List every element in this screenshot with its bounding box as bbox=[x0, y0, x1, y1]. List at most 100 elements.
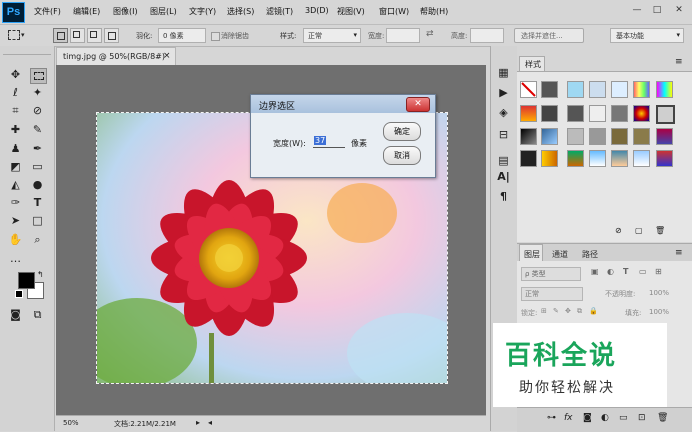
lock-pixels-icon[interactable]: ⊞ bbox=[541, 307, 547, 315]
menu-edit[interactable]: 编辑(E) bbox=[73, 6, 100, 17]
hand-tool-icon[interactable]: ✋ bbox=[8, 233, 23, 247]
lock-all-icon[interactable]: 🔒 bbox=[589, 307, 598, 315]
style-swatch[interactable] bbox=[611, 105, 628, 122]
crop-tool-icon[interactable]: ⌗ bbox=[8, 104, 23, 118]
menu-select[interactable]: 选择(S) bbox=[227, 6, 254, 17]
eraser-icon[interactable]: ◩ bbox=[8, 160, 23, 174]
style-swatch[interactable] bbox=[656, 150, 673, 167]
pen-tool-icon[interactable]: ✑ bbox=[8, 196, 23, 210]
style-swatch[interactable] bbox=[520, 105, 537, 122]
swap-icon[interactable]: ⇄ bbox=[426, 29, 434, 39]
style-swatch[interactable] bbox=[541, 105, 558, 122]
styles-tab[interactable]: 样式 bbox=[519, 56, 545, 71]
new-layer-icon[interactable]: ⊡ bbox=[638, 413, 646, 423]
gradient-icon[interactable]: ▭ bbox=[30, 160, 45, 174]
width-input[interactable] bbox=[386, 28, 420, 43]
more-tools-icon[interactable]: … bbox=[8, 252, 23, 266]
feather-input[interactable]: 0 像素 bbox=[158, 28, 206, 43]
screen-mode-icon[interactable]: ⧉ bbox=[30, 308, 45, 322]
type-tool-icon[interactable]: T bbox=[30, 196, 45, 210]
filter-shape-icon[interactable]: ▭ bbox=[639, 267, 647, 276]
menu-type[interactable]: 文字(Y) bbox=[189, 6, 216, 17]
path-select-icon[interactable]: ➤ bbox=[8, 214, 23, 228]
default-colors-icon[interactable] bbox=[15, 290, 23, 298]
intersect-selection-icon[interactable] bbox=[104, 28, 119, 43]
workspace-select[interactable]: 基本功能 ▾ bbox=[610, 28, 684, 43]
style-swatch[interactable] bbox=[567, 105, 584, 122]
style-swatch[interactable] bbox=[541, 150, 558, 167]
swap-colors-icon[interactable]: ↰ bbox=[37, 270, 44, 279]
style-swatch[interactable] bbox=[589, 105, 606, 122]
character-icon[interactable]: A| bbox=[496, 170, 511, 184]
new-selection-icon[interactable] bbox=[53, 28, 68, 43]
marquee-preset-icon[interactable]: ▾ bbox=[6, 28, 28, 41]
zoom-level[interactable]: 50% bbox=[63, 419, 79, 427]
style-swatch[interactable] bbox=[611, 81, 628, 98]
new-style-icon[interactable]: ▢ bbox=[635, 226, 643, 235]
filter-smart-icon[interactable]: ⊞ bbox=[655, 267, 662, 276]
lock-position-icon[interactable]: ✥ bbox=[565, 307, 571, 315]
history-icon[interactable]: ▦ bbox=[496, 66, 511, 80]
fill-value[interactable]: 100% bbox=[649, 308, 669, 316]
width-field[interactable]: 37 bbox=[313, 135, 345, 148]
history-brush-icon[interactable]: ✒ bbox=[30, 142, 45, 156]
ok-button[interactable]: 确定 bbox=[383, 122, 421, 141]
style-swatch[interactable] bbox=[656, 128, 673, 145]
filter-adjust-icon[interactable]: ◐ bbox=[607, 267, 614, 276]
style-swatch-none[interactable] bbox=[520, 81, 537, 98]
lock-artboard-icon[interactable]: ⧉ bbox=[577, 307, 582, 316]
delete-style-icon[interactable]: 🗑 bbox=[655, 226, 665, 235]
healing-brush-icon[interactable]: ✚ bbox=[8, 123, 23, 137]
brush-tool-icon[interactable]: ✎ bbox=[30, 123, 45, 137]
new-group-icon[interactable]: ▭ bbox=[619, 413, 628, 423]
style-select[interactable]: 正常 ▾ bbox=[303, 28, 361, 43]
subtract-selection-icon[interactable] bbox=[87, 28, 102, 43]
filter-pixel-icon[interactable]: ▣ bbox=[591, 267, 599, 276]
add-mask-icon[interactable]: ◙ bbox=[583, 413, 592, 423]
style-swatch[interactable] bbox=[656, 81, 673, 98]
dialog-close-icon[interactable]: ✕ bbox=[406, 97, 430, 112]
delete-layer-icon[interactable]: 🗑 bbox=[657, 413, 668, 423]
clone-stamp-icon[interactable]: ♟ bbox=[8, 142, 23, 156]
select-mask-button[interactable]: 选择并遮住... bbox=[514, 28, 584, 43]
dodge-tool-icon[interactable]: ● bbox=[30, 178, 45, 192]
panel-menu-icon[interactable]: ≡ bbox=[675, 57, 683, 67]
menu-3d[interactable]: 3D(D) bbox=[305, 6, 329, 15]
style-swatch[interactable] bbox=[589, 81, 606, 98]
opacity-value[interactable]: 100% bbox=[649, 289, 669, 297]
add-to-selection-icon[interactable] bbox=[70, 28, 85, 43]
paragraph-icon[interactable]: ¶ bbox=[496, 190, 511, 204]
style-swatch[interactable] bbox=[589, 150, 606, 167]
adjustments-icon[interactable]: ◈ bbox=[496, 106, 511, 120]
menu-help[interactable]: 帮助(H) bbox=[420, 6, 448, 17]
menu-view[interactable]: 视图(V) bbox=[337, 6, 365, 17]
menu-filter[interactable]: 滤镜(T) bbox=[266, 6, 293, 17]
toolbar-grip[interactable] bbox=[3, 49, 51, 55]
style-swatch[interactable] bbox=[611, 150, 628, 167]
antialias-checkbox[interactable] bbox=[211, 32, 220, 41]
actions-play-icon[interactable]: ▶ bbox=[496, 86, 511, 100]
tab-channels[interactable]: 通道 bbox=[552, 249, 568, 260]
properties-icon[interactable]: ⊟ bbox=[496, 128, 511, 142]
adjustment-layer-icon[interactable]: ◐ bbox=[601, 413, 609, 423]
magic-wand-icon[interactable]: ✦ bbox=[30, 86, 45, 100]
lasso-tool-icon[interactable]: ℓ bbox=[8, 86, 23, 100]
menu-image[interactable]: 图像(I) bbox=[113, 6, 138, 17]
style-swatch[interactable] bbox=[589, 128, 606, 145]
style-swatch[interactable] bbox=[567, 128, 584, 145]
style-swatch[interactable] bbox=[520, 150, 537, 167]
style-swatch[interactable] bbox=[633, 81, 650, 98]
clear-style-icon[interactable]: ⊘ bbox=[615, 226, 622, 235]
menu-file[interactable]: 文件(F) bbox=[34, 6, 61, 17]
maximize-button[interactable]: □ bbox=[648, 2, 666, 18]
status-arrow-icon[interactable]: ▸ bbox=[196, 418, 200, 427]
paragraph-styles-icon[interactable]: ▤ bbox=[496, 154, 511, 168]
filter-type-icon[interactable]: T bbox=[623, 267, 628, 276]
style-swatch[interactable] bbox=[633, 105, 650, 122]
tab-close-icon[interactable]: × bbox=[163, 51, 171, 61]
close-button[interactable]: ✕ bbox=[670, 2, 688, 18]
layer-filter-select[interactable]: ρ 类型 bbox=[521, 267, 581, 281]
dialog-titlebar[interactable]: 边界选区 ✕ bbox=[251, 95, 435, 113]
menu-layer[interactable]: 图层(L) bbox=[150, 6, 177, 17]
zoom-tool-icon[interactable]: ⌕ bbox=[30, 233, 45, 247]
